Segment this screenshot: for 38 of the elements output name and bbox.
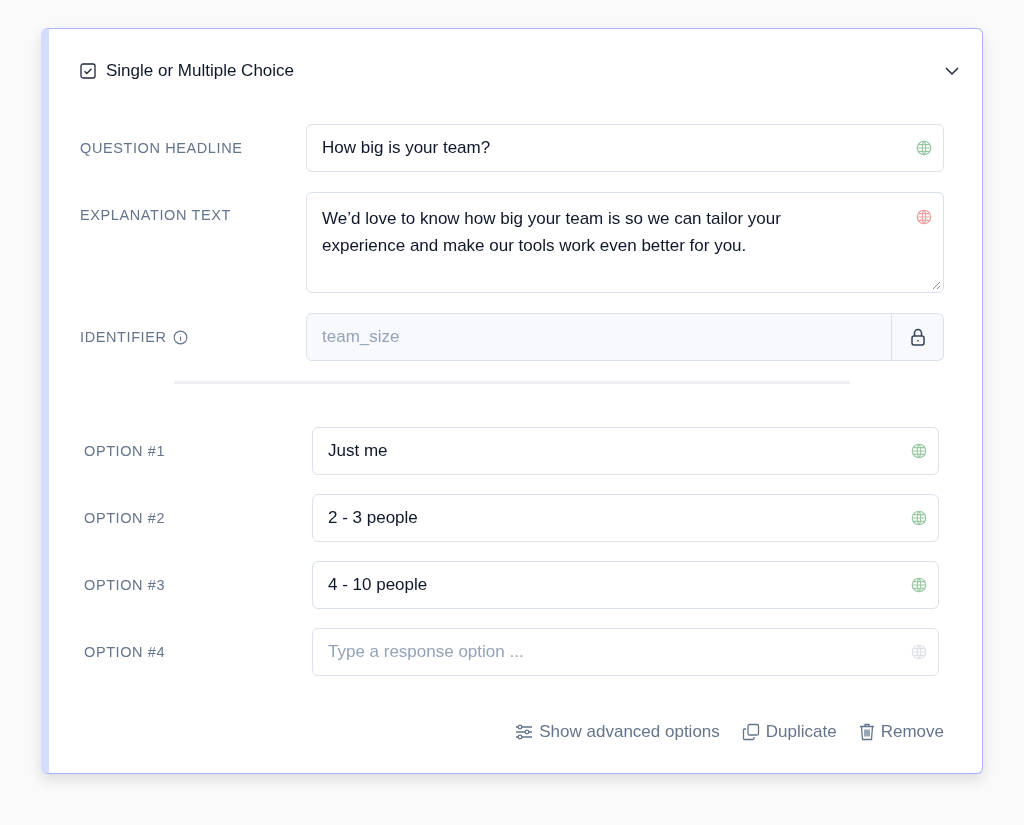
checkbox-icon: [80, 63, 96, 79]
copy-icon: [741, 723, 760, 741]
field-value: team_size: [322, 327, 400, 347]
option-field[interactable]: Just me: [312, 427, 939, 475]
duplicate-button[interactable]: Duplicate: [741, 722, 837, 742]
advanced-options-button[interactable]: Show advanced options: [515, 722, 720, 742]
globe-icon[interactable]: [910, 576, 928, 594]
globe-icon[interactable]: [915, 139, 933, 157]
option-label: OPTION #1: [84, 443, 166, 459]
chevron-icon: [944, 66, 960, 76]
resize-handle-icon[interactable]: [932, 281, 941, 290]
field-label: QUESTION HEADLINE: [80, 140, 243, 156]
option-label: OPTION #2: [84, 510, 166, 526]
field-label: IDENTIFIER: [80, 329, 167, 345]
info-icon[interactable]: [172, 329, 188, 345]
remove-button[interactable]: Remove: [858, 722, 944, 742]
text-area[interactable]: We’d love to know how big your team is so we can tailor your experience and make our tools work even better for you.: [306, 192, 944, 293]
field-value: 2 - 3 people: [328, 508, 418, 528]
field-label: EXPLANATION TEXT: [80, 207, 231, 223]
sliders-icon: [515, 724, 534, 740]
globe-icon[interactable]: [910, 442, 928, 460]
globe-icon[interactable]: [910, 509, 928, 527]
lock-icon: [909, 328, 926, 346]
field-value: Just me: [328, 441, 388, 461]
lock-button[interactable]: [892, 313, 944, 361]
globe-icon[interactable]: [915, 208, 933, 226]
field-value: 4 - 10 people: [328, 575, 428, 595]
text-field[interactable]: How big is your team?: [306, 124, 944, 172]
trash-icon: [858, 723, 875, 741]
collapse-button[interactable]: [944, 66, 960, 76]
field-value: We’d love to know how big your team is so we can tailor your experience and make our tools work even better for you.: [322, 208, 782, 257]
option-label: OPTION #3: [84, 577, 166, 593]
option-field[interactable]: 2 - 3 people: [312, 494, 939, 542]
field-placeholder: Type a response option ...: [328, 642, 524, 662]
option-field[interactable]: 4 - 10 people: [312, 561, 939, 609]
option-label: OPTION #4: [84, 644, 166, 660]
question-type-title: Single or Multiple Choice: [106, 61, 296, 81]
field-value: How big is your team?: [322, 138, 491, 158]
